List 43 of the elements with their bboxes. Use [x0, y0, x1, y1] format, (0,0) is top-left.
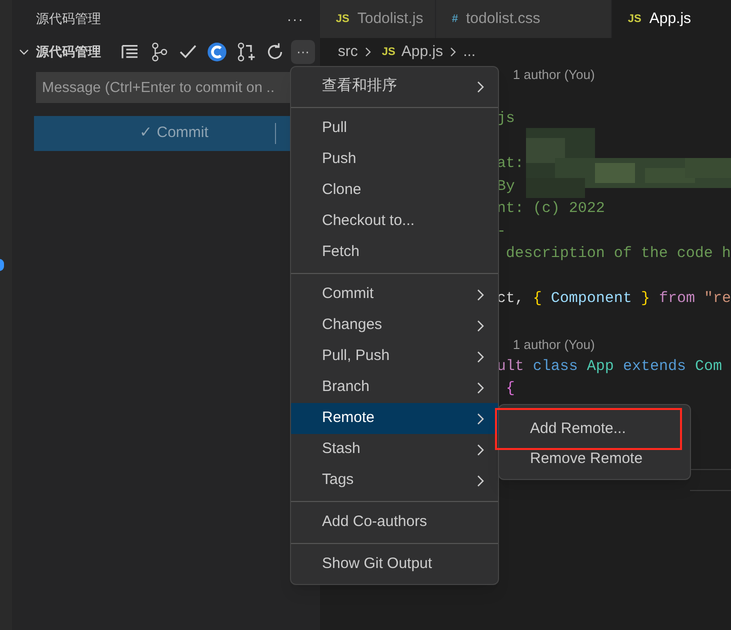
codelens-text[interactable]: 1 author (You)	[512, 64, 595, 84]
more-button[interactable]: ···	[291, 40, 315, 64]
branch-graph-icon[interactable]	[149, 42, 169, 62]
breadcrumb-item[interactable]: src	[338, 40, 358, 64]
refresh-icon[interactable]	[265, 42, 285, 62]
menu-item[interactable]: Tags	[291, 465, 498, 496]
code-line: {	[504, 379, 515, 399]
menu-item[interactable]: Clone	[291, 175, 498, 206]
code-line: js	[496, 109, 515, 129]
js-file-icon: JS	[382, 44, 396, 60]
code-line: -	[496, 222, 506, 242]
tab-label: App.js	[649, 8, 692, 29]
chevron-right-icon	[364, 46, 372, 58]
menu-item[interactable]: Stash	[291, 434, 498, 465]
js-file-icon: JS	[336, 10, 350, 28]
menu-item[interactable]: Commit	[291, 279, 498, 310]
menu-item[interactable]: Checkout to...	[291, 206, 498, 237]
section-title: 源代码管理	[36, 43, 102, 62]
breadcrumb-item[interactable]: ...	[463, 40, 476, 64]
menu-item[interactable]: Add Co-authors	[291, 507, 498, 538]
menu-item[interactable]: Fetch	[291, 237, 498, 268]
menu-item[interactable]: Changes	[291, 310, 498, 341]
menu-item[interactable]: 查看和排序	[291, 71, 498, 102]
pull-request-icon[interactable]	[236, 42, 256, 62]
chevron-right-icon	[449, 46, 458, 58]
tab-label: todolist.css	[466, 8, 540, 29]
js-file-icon: JS	[628, 10, 642, 28]
code-line: description of the code h	[504, 244, 731, 264]
editor-tab[interactable]: # todolist.css	[436, 0, 612, 38]
ring-icon[interactable]	[207, 42, 227, 62]
editor-tab[interactable]: JS App.js	[612, 0, 731, 38]
tab-label: Todolist.js	[357, 8, 424, 29]
menu-item[interactable]: Remote	[291, 403, 498, 434]
editor-tab[interactable]: JS Todolist.js	[320, 0, 436, 38]
breadcrumb-item[interactable]: App.js	[401, 40, 444, 64]
message-field[interactable]: Message (Ctrl+Enter to commit on ..	[36, 72, 290, 103]
menu-item[interactable]: Show Git Output	[291, 549, 498, 580]
sidebar-title: 源代码管理	[36, 10, 101, 28]
codelens-text[interactable]: 1 author (You)	[512, 334, 595, 354]
more-button[interactable]: ···	[286, 8, 304, 30]
menu-item[interactable]: Pull, Push	[291, 341, 498, 372]
hash-icon: #	[452, 10, 458, 28]
menu-item[interactable]: Branch	[291, 372, 498, 403]
